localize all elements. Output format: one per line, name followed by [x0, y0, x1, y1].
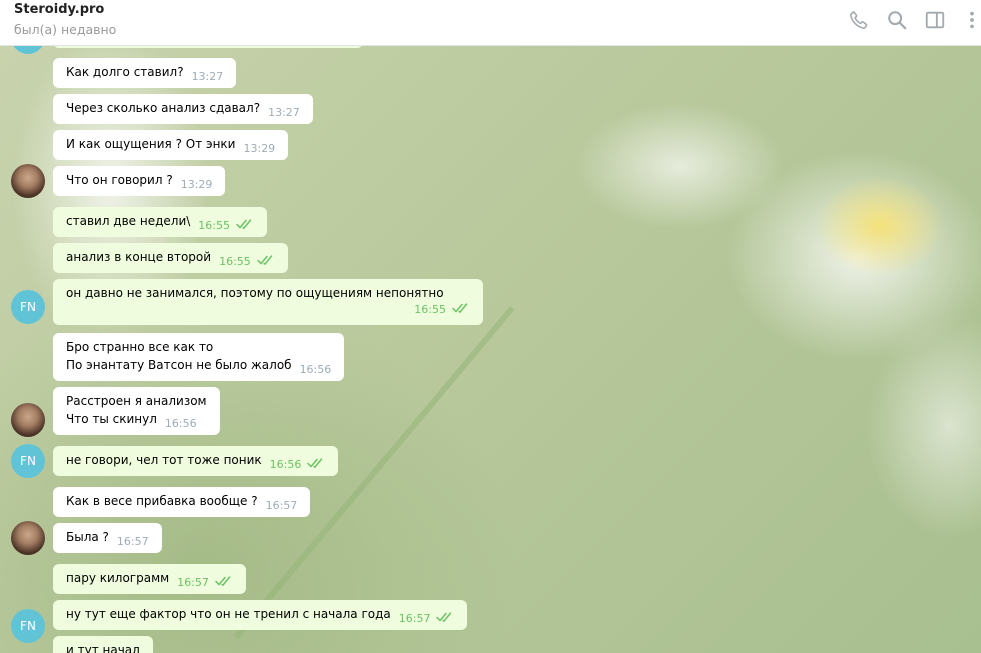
message-time: 16:56	[164, 417, 197, 430]
message-time: 13:27	[268, 106, 300, 119]
message-bubble-outgoing[interactable]: пару килограмм 16:57	[53, 564, 246, 594]
double-check-icon	[257, 255, 273, 265]
message-time: 16:55	[219, 255, 251, 268]
message-text: ну тут еще фактор что он не тренил с нач…	[66, 607, 391, 621]
message-text: Что он говорил ?	[66, 173, 173, 187]
message-text: Была ?	[66, 530, 109, 544]
message-text: И как ощущения ? От энки	[66, 137, 236, 151]
avatar-contact-photo[interactable]	[11, 164, 45, 198]
double-check-icon	[236, 219, 252, 229]
more-vertical-icon[interactable]	[962, 9, 981, 31]
message-bubble-incoming[interactable]: Расстроен я анализом Что ты скинул 16:56	[53, 387, 220, 435]
avatar-fn[interactable]: FN	[11, 609, 45, 643]
message-time: 16:56	[299, 363, 332, 376]
message-text: и тут начал	[66, 643, 140, 653]
message-bubble-incoming[interactable]: И как ощущения ? От энки 13:29	[53, 130, 289, 160]
message-bubble-outgoing[interactable]: анализ в конце второй 16:55	[53, 243, 288, 273]
message-bubble-incoming[interactable]: Как в весе прибавка вообще ? 16:57	[53, 487, 311, 517]
message-text: Расстроен я анализом	[66, 394, 207, 408]
search-icon[interactable]	[885, 9, 909, 31]
chat-status: был(а) недавно	[14, 22, 117, 37]
double-check-icon	[436, 612, 452, 622]
message-bubble-outgoing[interactable]: он давно не занимался, поэтому по ощущен…	[53, 279, 483, 325]
message-time: 16:57	[398, 612, 431, 625]
message-bubble-incoming[interactable]: Бро странно все как то По энантату Ватсон…	[53, 333, 345, 381]
sidebar-toggle-icon[interactable]	[923, 9, 947, 31]
message-text: он давно не занимался, поэтому по ощущен…	[66, 286, 444, 300]
avatar-fn[interactable]: FN	[11, 444, 45, 478]
message-text: По энантату Ватсон не было жалоб	[66, 358, 292, 372]
message-bubble-incoming[interactable]: Была ? 16:57	[53, 523, 162, 553]
message-time: 16:57	[116, 535, 149, 548]
message-text: пару килограмм	[66, 571, 170, 585]
avatar-fn[interactable]: FN	[11, 290, 45, 324]
message-time: 16:55	[198, 219, 230, 232]
message-time: 13:27	[191, 70, 224, 83]
message-text: не говори, чел тот тоже поник	[66, 453, 262, 467]
double-check-icon	[452, 303, 468, 313]
message-text: Бро странно все как то	[66, 340, 214, 354]
phone-icon[interactable]	[847, 9, 871, 31]
message-time: 13:29	[243, 142, 276, 155]
message-time: 16:57	[177, 576, 209, 589]
chat-area[interactable]: Как долго ставил? 13:27 Через сколько ана…	[0, 46, 981, 653]
message-bubble-incoming[interactable]: Через сколько анализ сдавал? 13:27	[53, 94, 313, 124]
message-text: Что ты скинул	[66, 412, 157, 426]
message-time: 16:56	[269, 458, 302, 471]
message-text: Через сколько анализ сдавал?	[66, 101, 261, 115]
message-bubble-partial[interactable]	[53, 46, 363, 48]
message-bubble-outgoing[interactable]: и тут начал	[53, 636, 153, 653]
message-bubble-outgoing[interactable]: ну тут еще фактор что он не тренил с нач…	[53, 600, 468, 630]
message-text: Как долго ставил?	[66, 65, 184, 79]
double-check-icon	[215, 576, 231, 586]
double-check-icon	[307, 458, 323, 468]
chat-header: Steroidy.pro был(а) недавно	[0, 0, 981, 46]
message-text: анализ в конце второй	[66, 250, 212, 264]
message-text: ставил две недели\	[66, 214, 191, 228]
message-bubble-incoming[interactable]: Что он говорил ? 13:29	[53, 166, 226, 196]
avatar-contact-photo[interactable]	[11, 521, 45, 555]
message-time: 13:29	[180, 178, 213, 191]
message-bubble-outgoing[interactable]: ставил две недели\ 16:55	[53, 207, 267, 237]
message-text: Как в весе прибавка вообще ?	[66, 494, 258, 508]
chat-title[interactable]: Steroidy.pro	[14, 2, 104, 17]
avatar-contact-photo[interactable]	[11, 403, 45, 437]
message-time: 16:57	[265, 499, 298, 512]
message-time: 16:55	[414, 303, 446, 316]
message-bubble-outgoing[interactable]: не говори, чел тот тоже поник 16:56	[53, 446, 339, 476]
message-bubble-incoming[interactable]: Как долго ставил? 13:27	[53, 58, 237, 88]
avatar-fn-partial[interactable]	[11, 46, 45, 54]
